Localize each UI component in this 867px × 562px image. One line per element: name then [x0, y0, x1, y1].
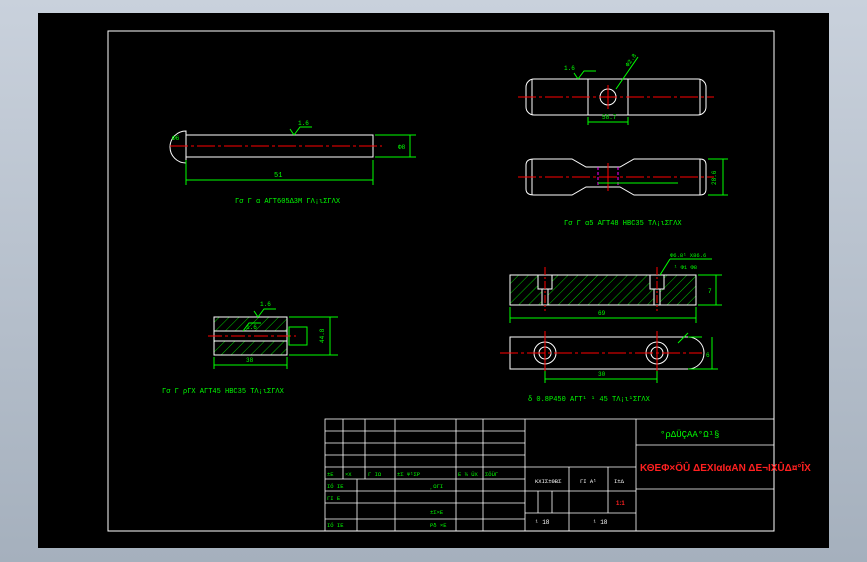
pin-dia-dim: Φ8 [398, 144, 406, 151]
row-label-2: ΓΙ Ε [327, 495, 341, 502]
row-label-1: ΙÓ ΙΕ [327, 483, 344, 490]
scale-label-2: ΓΙ Α¹ [580, 478, 597, 485]
plate-side-dim: 6 [706, 352, 710, 359]
scale-label-1: ΚΧΙΣ±ΘΒΣ [535, 478, 562, 485]
mid-label-1: ¸ΩΓΙ [430, 483, 443, 490]
sheet-label-1: ¹ 18 [535, 519, 550, 526]
drawing-title: ΚΘΕΦ×ÖÛ ΔΕΧΙαΙαΑΝ ΔΕ¬ΙΧÛΔ¤°ÎΧ [640, 461, 811, 474]
link-caption: Γσ Γ α5 ΑΓΤ48 ΗΒC35 ΤΛ¡ιΣΓΛΧ [564, 220, 682, 228]
mid-label-3: Ρδ ×Ε [430, 522, 447, 529]
pin-caption: Γσ Γ α ΑΓΤ605Δ3Μ ΓΛ¡ιΣΓΛΧ [235, 198, 341, 206]
left-header-3: Γ ΙΩ [368, 471, 382, 478]
link-height-dim: 28.6 [711, 170, 718, 185]
pin-roughness: 1.6 [298, 120, 309, 127]
pin-view: 51 Φ8 Φ6 1.6 Γσ Γ α ΑΓΤ605Δ3Μ ΓΛ¡ιΣΓΛΧ [169, 120, 416, 206]
sheet-label-2: ¹ 18 [593, 519, 608, 526]
plate-hole-callout-2: ¹ Φ1 Φ8 [674, 264, 697, 271]
ratio-value: 1:1 [616, 501, 625, 507]
block-roughness-top: 1.6 [260, 301, 271, 308]
scale-label-3: Ι±Δ [614, 478, 625, 485]
block-caption: Γσ Γ ρΓΧ ΑΓΤ45 ΗΒC35 ΤΛ¡ιΣΓΛΧ [162, 388, 285, 396]
mid-label-2: ±Σ×Ε [430, 509, 444, 516]
drawing-sheet: 51 Φ8 Φ6 1.6 Γσ Γ α ΑΓΤ605Δ3Μ ΓΛ¡ιΣΓΛΧ 5… [107, 30, 811, 532]
plate-height-dim: 7 [708, 288, 712, 295]
cad-drawing-canvas[interactable]: 51 Φ8 Φ6 1.6 Γσ Γ α ΑΓΤ605Δ3Μ ΓΛ¡ιΣΓΛΧ 5… [38, 13, 829, 548]
left-header-2: ×Χ [345, 471, 352, 478]
plate-pitch-dim: 30 [598, 371, 606, 378]
plate-views: 7 69 Φ6.8¹ X86.6 ¹ Φ1 Φ8 6 30 δ 0.8Ρ450 … [500, 252, 722, 404]
plate-caption: δ 0.8Ρ450 ΑΓΤ¹ ¹ 45 ΤΛ¡ι¹ΣΓΛΧ [528, 396, 651, 404]
left-header-4: ±Σ Ψ¹ΣΡ [397, 471, 420, 478]
link-views: 58.7 Φ2.8 1.6 28.6 Γσ Γ α5 ΑΓΤ48 ΗΒC35 Τ… [518, 52, 728, 228]
link-roughness: 1.6 [564, 65, 575, 72]
plate-length-dim: 69 [598, 310, 606, 317]
pin-length-dim: 51 [274, 172, 282, 180]
link-width-dim: 58.7 [602, 114, 617, 121]
block-view: 44.8 38 1.6 1.6 Γσ Γ ρΓΧ ΑΓΤ45 ΗΒC35 ΤΛ¡… [162, 301, 338, 396]
left-header-5: Ε ¼ ÜΧ [458, 471, 479, 478]
left-header-1: ±Ε [327, 471, 334, 478]
plate-hole-callout: Φ6.8¹ X86.6 [670, 252, 706, 259]
block-length-dim: 38 [246, 357, 254, 364]
pin-head-dim: Φ6 [172, 135, 180, 142]
block-roughness-mid: 1.6 [246, 324, 257, 331]
left-header-6: ΣÖÜΓ [485, 471, 498, 478]
block-height-dim: 44.8 [319, 328, 326, 343]
company-name: °ρΔÜÇΑΑ°Ω¹§ [660, 429, 719, 440]
row-label-3: ΙÓ ΙΕ [327, 522, 344, 529]
